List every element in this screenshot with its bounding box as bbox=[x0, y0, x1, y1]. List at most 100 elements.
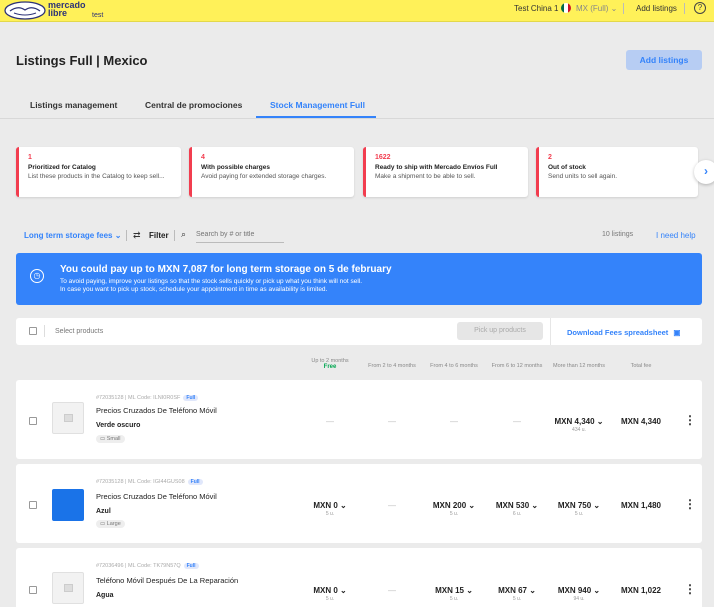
more-options-icon[interactable]: ⋮ bbox=[684, 582, 696, 596]
col-total-fee: Total fee bbox=[630, 363, 652, 369]
filter-button[interactable]: Filter bbox=[149, 231, 169, 240]
tab-stock-management-full[interactable]: Stock Management Full bbox=[270, 100, 365, 110]
product-title[interactable]: Precios Cruzados De Teléfono Móvil bbox=[96, 406, 217, 415]
product-thumbnail bbox=[52, 572, 84, 604]
size-label: Small bbox=[106, 436, 121, 442]
product-variant: Agua bbox=[96, 592, 114, 599]
product-variant: Verde oscuro bbox=[96, 422, 141, 429]
storage-fees-dropdown[interactable]: Long term storage fees ⌄ bbox=[24, 231, 121, 240]
download-fees-button[interactable]: Download Fees spreadsheet ▣ bbox=[567, 328, 680, 337]
fee-cell-dropdown[interactable]: MXN 15 ⌄ 5 u. bbox=[422, 586, 486, 602]
banner-title: You could pay up to MXN 7,087 for long t… bbox=[60, 264, 392, 275]
user-name[interactable]: Test China 1 bbox=[514, 4, 558, 13]
col-free-label: Free bbox=[323, 364, 337, 370]
fee-cell: — bbox=[388, 417, 396, 426]
fee-value: MXN 200 ⌄ bbox=[432, 501, 476, 510]
image-placeholder-icon bbox=[64, 584, 73, 592]
mercadolibre-logo-icon[interactable] bbox=[4, 1, 46, 20]
need-help-link[interactable]: I need help bbox=[656, 231, 696, 240]
search-icon: ⌕ bbox=[181, 229, 187, 239]
fee-value: MXN 4,340 ⌄ bbox=[554, 417, 604, 426]
card-desc: Send units to sell again. bbox=[548, 173, 618, 180]
product-id: #72035128 | ML Code: IGI44GUS08 Full bbox=[96, 479, 203, 485]
listings-count: 10 listings bbox=[602, 231, 634, 238]
card-title: With possible charges bbox=[201, 164, 270, 171]
logo-sub: test bbox=[92, 12, 104, 19]
row-checkbox[interactable] bbox=[29, 586, 37, 594]
fee-cell-dropdown[interactable]: MXN 750 ⌄ 5 u. bbox=[547, 501, 611, 517]
col-2-to-4-months: From 2 to 4 months bbox=[368, 363, 416, 369]
card-desc: Avoid paying for extended storage charge… bbox=[201, 173, 327, 180]
fee-cell-dropdown[interactable]: MXN 940 ⌄ 94 u. bbox=[547, 586, 611, 602]
tab-divider bbox=[0, 118, 714, 119]
col-4-to-6-months: From 4 to 6 months bbox=[430, 363, 478, 369]
search-input[interactable] bbox=[196, 227, 284, 243]
fee-cell-dropdown[interactable]: MXN 200 ⌄ 5 u. bbox=[422, 501, 486, 517]
product-id: #72035128 | ML Code: ILNI0R0SF Full bbox=[96, 395, 199, 401]
card-title: Prioritized for Catalog bbox=[28, 164, 96, 171]
fee-cell: — bbox=[388, 586, 396, 595]
table-header: Up to 2 months Free From 2 to 4 months F… bbox=[16, 352, 702, 378]
fee-units: 5 u. bbox=[325, 596, 335, 602]
fee-cell-dropdown[interactable]: MXN 0 ⌄ 5 u. bbox=[298, 586, 362, 602]
fee-cell-dropdown[interactable]: MXN 4,340 ⌄ 434 u. bbox=[547, 417, 611, 433]
full-badge: Full bbox=[183, 563, 199, 569]
card-desc: Make a shipment to be able to sell. bbox=[375, 173, 476, 180]
fee-value: MXN 15 ⌄ bbox=[435, 586, 473, 595]
filter-sliders-icon[interactable]: ⇄ bbox=[133, 230, 141, 241]
card-out-of-stock[interactable]: 2 Out of stock Send units to sell again. bbox=[536, 147, 698, 197]
fee-cell-dropdown[interactable]: MXN 67 ⌄ 5 u. bbox=[485, 586, 549, 602]
market-dropdown[interactable]: MX (Full) ⌄ bbox=[576, 4, 617, 13]
product-id-text: #72036496 | ML Code: TK79N57Q bbox=[96, 563, 181, 569]
filter-divider bbox=[126, 230, 127, 241]
image-placeholder-icon bbox=[64, 414, 73, 422]
select-products-label: Select products bbox=[55, 328, 104, 335]
table-row: #72035128 | ML Code: ILNI0R0SF Full Preci… bbox=[16, 380, 702, 459]
mexico-flag-icon bbox=[561, 3, 571, 13]
page-title: Listings Full | Mexico bbox=[16, 53, 148, 68]
fee-units: 94 u. bbox=[573, 596, 585, 602]
banner-line-2: In case you want to pick up stock, sched… bbox=[60, 286, 328, 293]
fee-value: MXN 940 ⌄ bbox=[557, 586, 601, 595]
more-options-icon[interactable]: ⋮ bbox=[684, 413, 696, 427]
card-prioritized-catalog[interactable]: 1 Prioritized for Catalog List these pro… bbox=[16, 147, 181, 197]
tab-listings-management[interactable]: Listings management bbox=[30, 100, 117, 110]
product-thumbnail bbox=[52, 489, 84, 521]
row-checkbox[interactable] bbox=[29, 417, 37, 425]
help-icon[interactable]: ? bbox=[694, 2, 706, 14]
select-all-checkbox[interactable] bbox=[29, 327, 37, 335]
fee-units: 434 u. bbox=[572, 427, 586, 433]
download-fees-label: Download Fees spreadsheet bbox=[567, 328, 669, 337]
card-ready-to-ship[interactable]: 1622 Ready to ship with Mercado Envíos F… bbox=[363, 147, 528, 197]
spreadsheet-icon: ▣ bbox=[673, 328, 681, 337]
pick-up-products-button[interactable]: Pick up products bbox=[457, 322, 543, 340]
card-count: 1622 bbox=[375, 154, 391, 161]
row-checkbox[interactable] bbox=[29, 501, 37, 509]
col-6-to-12-months: From 6 to 12 months bbox=[491, 363, 543, 369]
carousel-next-chevron-icon[interactable]: › bbox=[694, 160, 714, 184]
fee-cell-dropdown[interactable]: MXN 530 ⌄ 6 u. bbox=[485, 501, 549, 517]
fee-value: MXN 530 ⌄ bbox=[495, 501, 539, 510]
product-title[interactable]: Teléfono Móvil Después De La Reparación bbox=[96, 576, 238, 585]
tab-central-promociones[interactable]: Central de promociones bbox=[145, 100, 242, 110]
full-badge: Full bbox=[183, 395, 199, 401]
product-id-text: #72035128 | ML Code: IGI44GUS08 bbox=[96, 479, 185, 485]
card-count: 1 bbox=[28, 154, 32, 161]
fee-cell-dropdown[interactable]: MXN 0 ⌄ 5 u. bbox=[298, 501, 362, 517]
storage-fee-banner: ◷ You could pay up to MXN 7,087 for long… bbox=[16, 253, 702, 305]
product-title[interactable]: Precios Cruzados De Teléfono Móvil bbox=[96, 492, 217, 501]
total-fee-cell: MXN 1,022 bbox=[620, 586, 662, 595]
add-listings-button[interactable]: Add listings bbox=[626, 50, 702, 70]
topbar-divider bbox=[684, 3, 685, 14]
table-row: #72035128 | ML Code: IGI44GUS08 Full Prec… bbox=[16, 464, 702, 543]
logo-line2: libre bbox=[48, 8, 68, 18]
clock-icon: ◷ bbox=[30, 269, 44, 283]
product-id: #72036496 | ML Code: TK79N57Q Full bbox=[96, 563, 199, 569]
topbar-add-listings-link[interactable]: Add listings bbox=[636, 4, 677, 13]
product-id-text: #72035128 | ML Code: ILNI0R0SF bbox=[96, 395, 181, 401]
more-options-icon[interactable]: ⋮ bbox=[684, 497, 696, 511]
fee-value: MXN 750 ⌄ bbox=[557, 501, 601, 510]
page-header: Listings Full | Mexico Add listings List… bbox=[0, 22, 714, 119]
card-possible-charges[interactable]: 4 With possible charges Avoid paying for… bbox=[189, 147, 354, 197]
product-thumbnail bbox=[52, 402, 84, 434]
